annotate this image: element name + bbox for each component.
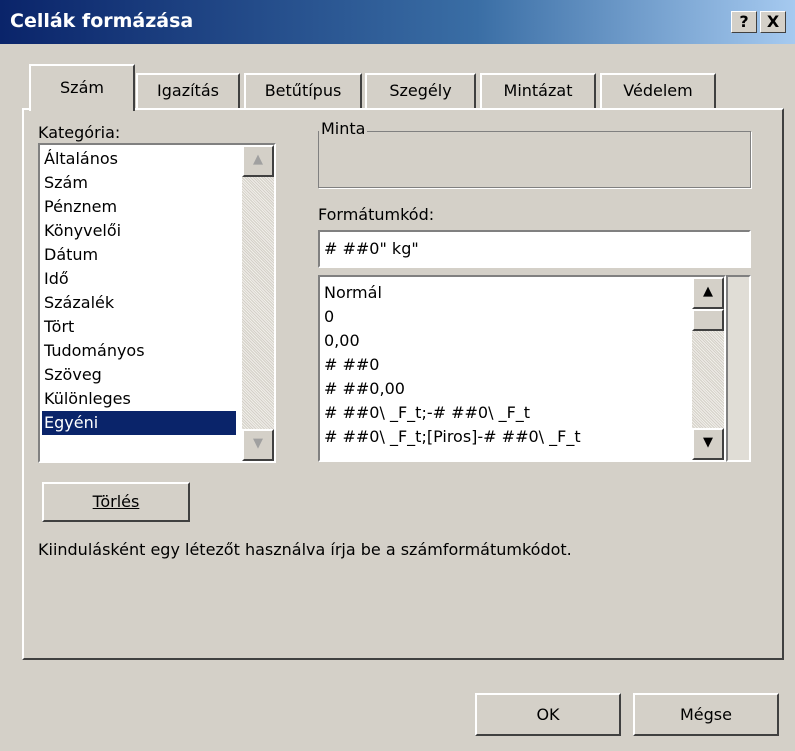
category-label: Kategória: — [38, 123, 121, 142]
category-item[interactable]: Tudományos — [42, 339, 145, 363]
title-bar[interactable]: Cellák formázása ? X — [0, 0, 795, 44]
ok-button[interactable]: OK — [475, 693, 621, 736]
category-item[interactable]: Különleges — [42, 387, 131, 411]
tab-label: Védelem — [623, 81, 693, 100]
format-code-item[interactable]: Normál — [322, 281, 382, 305]
tab-border[interactable]: Szegély — [365, 73, 476, 109]
format-code-list[interactable]: Normál 0 0,00 # ##0 # ##0,00 # ##0\ _F_t… — [318, 275, 726, 462]
scroll-down-icon[interactable]: ▼ — [692, 428, 724, 460]
format-code-scrollbar-track — [726, 275, 751, 462]
format-code-item[interactable]: 0,00 — [322, 329, 360, 353]
format-cells-dialog: Cellák formázása ? X Szám Igazítás Betűt… — [0, 0, 795, 751]
category-item[interactable]: Általános — [42, 147, 118, 171]
tab-label: Betűtípus — [264, 81, 342, 100]
help-button[interactable]: ? — [731, 11, 757, 33]
tab-alignment[interactable]: Igazítás — [136, 73, 240, 109]
tab-protection[interactable]: Védelem — [600, 73, 716, 109]
format-code-item[interactable]: # ##0 — [322, 353, 379, 377]
tab-label: Szegély — [389, 81, 452, 100]
hint-text: Kiindulásként egy létezőt használva írja… — [38, 540, 572, 559]
category-item[interactable]: Idő — [42, 267, 69, 291]
format-code-item[interactable]: # ##0\ _F_t;-# ##0\ _F_t — [322, 401, 530, 425]
category-item[interactable]: Pénznem — [42, 195, 117, 219]
tab-patterns[interactable]: Mintázat — [480, 73, 596, 109]
category-item[interactable]: Szám — [42, 171, 88, 195]
category-scrollbar[interactable]: ▲ ▼ — [242, 145, 274, 461]
dialog-title: Cellák formázása — [10, 10, 194, 32]
tab-label: Szám — [60, 78, 104, 97]
category-item-selected[interactable]: Egyéni — [42, 411, 236, 435]
scroll-down-icon[interactable]: ▼ — [242, 429, 274, 461]
category-item[interactable]: Szöveg — [42, 363, 102, 387]
tab-label: Igazítás — [157, 81, 219, 100]
category-item[interactable]: Dátum — [42, 243, 98, 267]
delete-button[interactable]: Törlés — [42, 482, 190, 522]
tab-label: Mintázat — [503, 81, 573, 100]
close-button[interactable]: X — [760, 11, 786, 33]
format-code-item[interactable]: 0 — [322, 305, 334, 329]
scroll-thumb[interactable] — [692, 309, 724, 331]
sample-label: Minta — [319, 119, 368, 138]
tab-font[interactable]: Betűtípus — [244, 73, 362, 109]
category-item[interactable]: Tört — [42, 315, 74, 339]
format-code-item[interactable]: # ##0\ _F_t;[Piros]-# ##0\ _F_t — [322, 425, 581, 449]
delete-button-label: Törlés — [92, 492, 140, 511]
format-code-item[interactable]: # ##0,00 — [322, 377, 405, 401]
cancel-button[interactable]: Mégse — [633, 693, 779, 736]
format-code-scrollbar[interactable]: ▲ ▼ — [692, 277, 724, 460]
tab-number[interactable]: Szám — [29, 64, 135, 111]
category-item[interactable]: Könyvelői — [42, 219, 121, 243]
scroll-up-icon[interactable]: ▲ — [242, 145, 274, 177]
scroll-up-icon[interactable]: ▲ — [692, 277, 724, 309]
sample-groupbox — [318, 131, 751, 188]
category-item[interactable]: Százalék — [42, 291, 114, 315]
format-code-label: Formátumkód: — [318, 205, 435, 224]
category-list[interactable]: Általános Szám Pénznem Könyvelői Dátum I… — [38, 143, 276, 463]
format-code-input[interactable]: # ##0" kg" — [318, 230, 751, 268]
